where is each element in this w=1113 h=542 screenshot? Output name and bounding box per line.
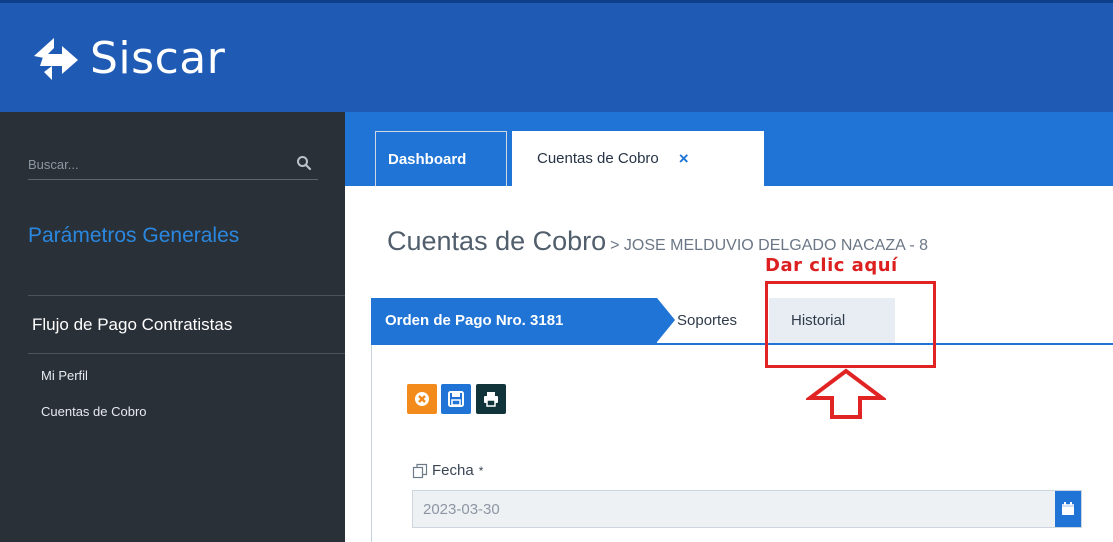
sidebar-divider [28,295,345,296]
app-title: Siscar [90,33,226,84]
app-root: Siscar Parámetros Generales Flujo de Pag… [0,0,1113,542]
fecha-input[interactable] [413,491,1043,527]
top-header: Siscar [0,0,1113,112]
calendar-button[interactable] [1055,491,1081,527]
sidebar: Parámetros Generales Flujo de Pago Contr… [0,112,345,542]
tab-dashboard[interactable]: Dashboard [375,131,507,186]
sidebar-flow-title[interactable]: Flujo de Pago Contratistas [32,315,232,335]
save-button[interactable] [441,384,471,414]
sidebar-search [28,150,318,180]
page-title-subtitle: > JOSE MELDUVIO DELGADO NACAZA - 8 [610,237,928,254]
tab-soportes[interactable]: Soportes [667,298,765,343]
print-button[interactable] [476,384,506,414]
required-marker: * [478,463,484,478]
save-icon [448,391,464,407]
tab-label: Cuentas de Cobro [537,150,659,167]
sidebar-divider [28,353,345,354]
fecha-field [412,490,1082,528]
sidebar-section-title[interactable]: Parámetros Generales [28,224,239,248]
sidebar-item-mi-perfil[interactable]: Mi Perfil [41,368,88,383]
cancel-icon [415,392,429,406]
tab-cuentas-de-cobro[interactable]: Cuentas de Cobro × [512,131,764,186]
search-input[interactable] [28,150,278,178]
annotation-highlight-box [765,281,936,368]
print-icon [484,392,498,407]
inner-tabs: Orden de Pago Nro. 3181 Soportes Histori… [371,298,1113,345]
search-icon[interactable] [296,155,312,171]
fecha-label: Fecha * [412,462,483,479]
cancel-button[interactable] [407,384,437,414]
calendar-icon [1062,502,1074,515]
fecha-label-text: Fecha [432,462,474,479]
tab-orden-de-pago[interactable]: Orden de Pago Nro. 3181 [371,298,675,343]
siscar-logo-icon [34,37,78,80]
page-title-main: Cuentas de Cobro [387,226,607,256]
tab-bar: Dashboard Cuentas de Cobro × [345,112,1113,186]
arrow-up-icon [806,368,886,419]
close-icon[interactable]: × [679,149,689,169]
annotation-label: Dar clic aquí [765,255,898,276]
sidebar-item-cuentas-de-cobro[interactable]: Cuentas de Cobro [41,404,147,419]
copy-icon [412,463,428,478]
app-logo[interactable]: Siscar [30,33,225,84]
page-title: Cuentas de Cobro > JOSE MELDUVIO DELGADO … [387,226,928,257]
